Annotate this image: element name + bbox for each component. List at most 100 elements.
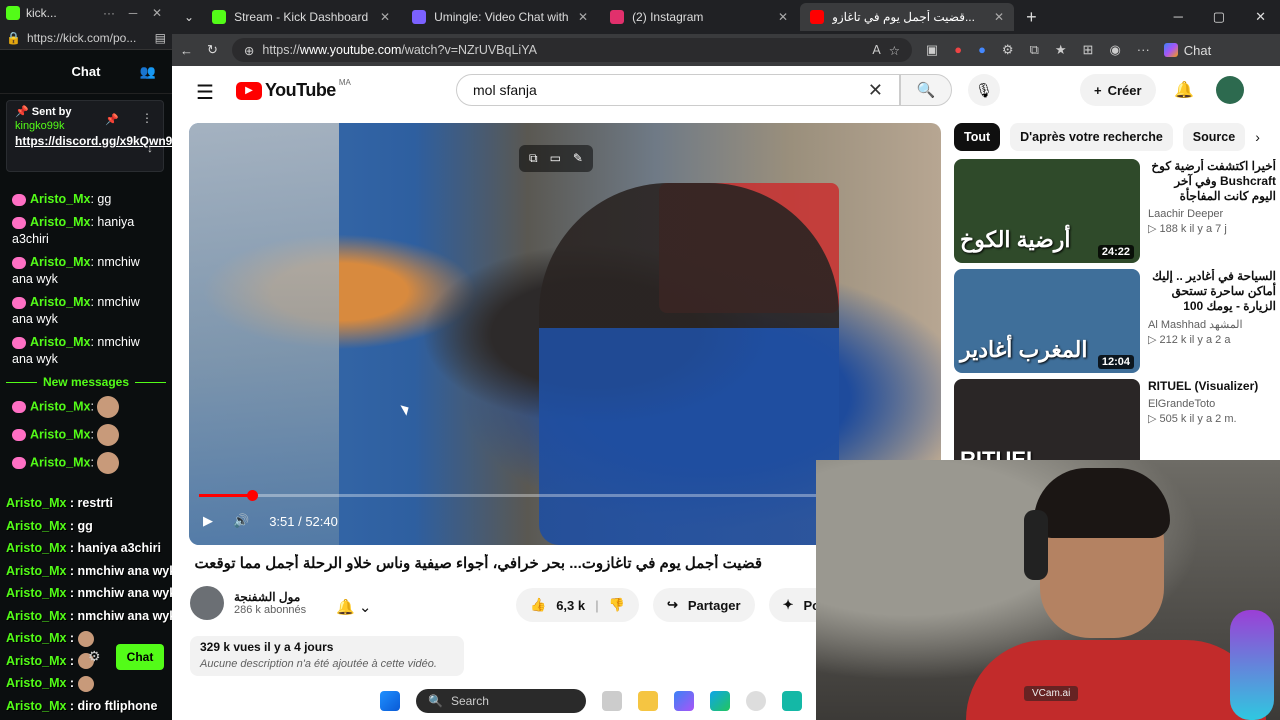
- chat-username[interactable]: Aristo_Mx: [30, 255, 90, 269]
- tab-close-icon[interactable]: ✕: [778, 10, 788, 24]
- video-title[interactable]: السياحة في أغادير .. إليك أماكن ساحرة تس…: [1148, 269, 1276, 314]
- edge-icon[interactable]: [710, 691, 730, 711]
- video-channel[interactable]: ElGrandeToto: [1148, 398, 1276, 410]
- collapse-icon[interactable]: ↓: [147, 141, 153, 155]
- close-window-icon[interactable]: ✕: [1255, 9, 1266, 25]
- video-title[interactable]: RITUEL (Visualizer): [1148, 379, 1276, 394]
- address-bar[interactable]: ⊕ https://www.youtube.com/watch?v=NZrUVB…: [231, 38, 912, 62]
- favorite-icon[interactable]: ☆: [889, 43, 900, 58]
- video-channel[interactable]: Al Mashhad المشهد: [1148, 318, 1276, 331]
- youtube-logo[interactable]: ▶ YouTube MA: [236, 78, 351, 101]
- chat-username[interactable]: Aristo_Mx: [30, 427, 90, 441]
- maximize-window-icon[interactable]: ▢: [1213, 9, 1225, 25]
- reader-icon[interactable]: ▤: [155, 31, 166, 45]
- channel-info: مول الشفنجة 286 k abonnés: [190, 586, 306, 620]
- chat-username[interactable]: Aristo_Mx: [30, 295, 90, 309]
- pin-icon[interactable]: 📌: [105, 113, 119, 126]
- site-info-icon[interactable]: ⊕: [244, 43, 254, 58]
- play-icon[interactable]: ▶: [203, 513, 213, 529]
- video-thumbnail[interactable]: المغرب أغادير 12:04: [954, 269, 1140, 373]
- cast-icon[interactable]: ▭: [550, 151, 561, 166]
- chat-username[interactable]: Aristo_Mx: [30, 215, 90, 229]
- video-title[interactable]: أخيرا اكتشفت أرضية كوخ Bushcraft وفي آخر…: [1148, 159, 1276, 204]
- extension-icon[interactable]: ●: [954, 42, 962, 58]
- pinned-user[interactable]: kingko99k: [15, 120, 155, 132]
- copilot-taskbar-icon[interactable]: [674, 691, 694, 711]
- like-count[interactable]: 6,3 k: [556, 598, 585, 613]
- like-icon[interactable]: 👍: [530, 597, 546, 613]
- back-icon[interactable]: ←: [180, 43, 193, 58]
- clip-icon[interactable]: ✎: [573, 151, 583, 166]
- browser-tab[interactable]: Stream - Kick Dashboard ✕: [202, 3, 400, 31]
- tab-actions-icon[interactable]: ⌄: [178, 10, 200, 24]
- minimize-icon[interactable]: ─: [124, 6, 142, 20]
- video-thumbnail[interactable]: أرضية الكوخ 24:22: [954, 159, 1140, 263]
- chat-username[interactable]: Aristo_Mx: [30, 192, 90, 206]
- create-button[interactable]: + Créer: [1080, 74, 1156, 106]
- taskbar-search[interactable]: 🔍 Search: [416, 689, 586, 713]
- menu-icon[interactable]: ☰: [196, 80, 214, 105]
- pinned-more-icon[interactable]: ⋮: [141, 111, 153, 125]
- browser-tab[interactable]: (2) Instagram ✕: [600, 3, 798, 31]
- badge-icon: [12, 216, 26, 229]
- recommended-video[interactable]: أرضية الكوخ 24:22 أخيرا اكتشفت أرضية كوخ…: [954, 159, 1276, 263]
- chat-username[interactable]: Aristo_Mx: [30, 399, 90, 413]
- miniplayer-icon[interactable]: ⧉: [529, 151, 538, 166]
- share-button[interactable]: ↪ Partager: [652, 588, 755, 622]
- chat-username[interactable]: Aristo_Mx: [30, 455, 90, 469]
- browser-tab[interactable]: قضيت أجمل يوم في تاغازو... ✕: [800, 3, 1015, 31]
- collections-icon[interactable]: ⊞: [1083, 42, 1094, 58]
- tab-close-icon[interactable]: ✕: [994, 10, 1004, 24]
- chat-message: Aristo_Mx:: [0, 393, 172, 421]
- tab-close-icon[interactable]: ✕: [380, 10, 390, 24]
- filter-chip[interactable]: Tout: [954, 123, 1001, 151]
- chat-send-button[interactable]: Chat: [116, 644, 164, 670]
- channel-avatar[interactable]: [190, 586, 224, 620]
- extension-icon[interactable]: ●: [978, 42, 986, 58]
- search-input[interactable]: mol sfanja ✕: [456, 74, 900, 106]
- settings-more-icon[interactable]: ···: [1137, 42, 1150, 58]
- tab-title: (2) Instagram: [632, 10, 704, 24]
- description-box[interactable]: 329 k vues il y a 4 jours Aucune descrip…: [190, 636, 464, 676]
- account-avatar[interactable]: [1216, 76, 1244, 104]
- clear-search-icon[interactable]: ✕: [868, 80, 883, 101]
- filter-chip[interactable]: D'après votre recherche: [1010, 123, 1173, 151]
- filter-chip[interactable]: Source: [1182, 123, 1246, 151]
- notifications-icon[interactable]: 🔔: [1174, 80, 1194, 100]
- youtube-wordmark: YouTube: [265, 80, 336, 100]
- read-aloud-icon[interactable]: A: [872, 43, 880, 57]
- favorites-icon[interactable]: ★: [1055, 42, 1067, 58]
- voice-search-button[interactable]: 🎙: [968, 74, 1000, 106]
- chat-username[interactable]: Aristo_Mx: [30, 335, 90, 349]
- search-button[interactable]: 🔍: [900, 74, 952, 106]
- close-icon[interactable]: ✕: [148, 6, 166, 20]
- subscribed-bell-icon[interactable]: 🔔 ⌄: [336, 598, 371, 616]
- extension-icon[interactable]: ▣: [926, 42, 938, 58]
- overlay-text: haniya a3chiri: [77, 541, 161, 555]
- tab-close-icon[interactable]: ✕: [578, 10, 588, 24]
- profile-icon[interactable]: ◉: [1109, 42, 1120, 58]
- file-explorer-icon[interactable]: [638, 691, 658, 711]
- app-icon[interactable]: [782, 691, 802, 711]
- task-view-icon[interactable]: [602, 691, 622, 711]
- new-tab-button[interactable]: +: [1016, 7, 1047, 28]
- extensions-icon[interactable]: ⚙: [1002, 42, 1014, 58]
- split-screen-icon[interactable]: ⧉: [1030, 42, 1039, 58]
- chat-settings-icon[interactable]: ⚙: [88, 648, 101, 665]
- video-channel[interactable]: Laachir Deeper: [1148, 208, 1276, 220]
- browser-tab[interactable]: Umingle: Video Chat with Stra ✕: [402, 3, 598, 31]
- users-icon[interactable]: 👥: [140, 64, 156, 80]
- obs-icon[interactable]: [746, 691, 766, 711]
- chips-next-icon[interactable]: ›: [1255, 129, 1260, 145]
- minimize-window-icon[interactable]: ─: [1174, 9, 1183, 25]
- copilot-button[interactable]: Chat: [1163, 43, 1211, 58]
- refresh-icon[interactable]: ↻: [207, 42, 218, 58]
- more-icon[interactable]: ···: [100, 6, 118, 20]
- volume-icon[interactable]: 🔊: [233, 513, 249, 529]
- windows-start-icon[interactable]: [380, 691, 400, 711]
- dislike-icon[interactable]: 👎: [609, 597, 625, 613]
- kick-address-bar[interactable]: 🔒 https://kick.com/po... ▤: [0, 26, 172, 50]
- pinned-link[interactable]: https://discord.gg/x9kQwn9J7: [15, 134, 186, 149]
- channel-name[interactable]: مول الشفنجة: [234, 590, 306, 604]
- recommended-video[interactable]: المغرب أغادير 12:04 السياحة في أغادير ..…: [954, 269, 1276, 373]
